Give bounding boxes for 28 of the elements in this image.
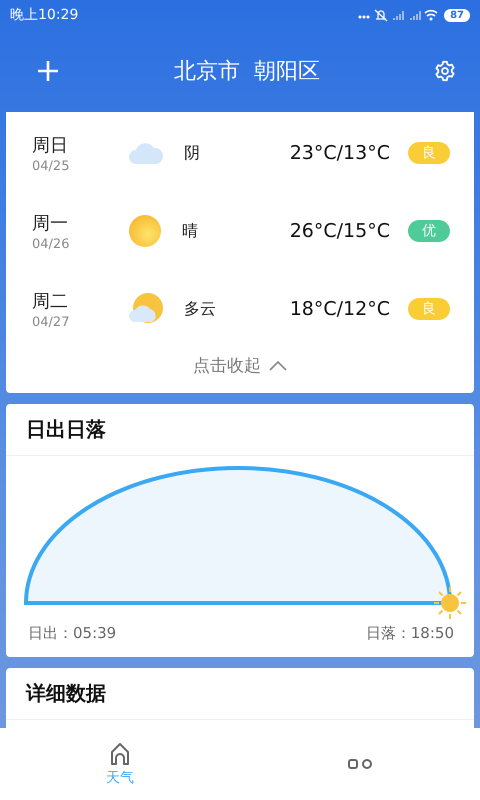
chevron-up-icon — [269, 360, 287, 370]
city-title: 北京市 朝阳区 — [174, 58, 320, 86]
temperature-range: 26°C/15°C — [290, 220, 390, 242]
weekday-label: 周二 — [32, 290, 69, 312]
date-label: 04/26 — [32, 236, 70, 252]
date-label: 04/27 — [32, 314, 70, 330]
sunrise-time: 日出：05:39 — [28, 624, 116, 643]
status-time: 晚上10:29 — [10, 6, 78, 24]
collapse-link[interactable]: 点击收起 — [187, 348, 293, 383]
air-quality-badge: 优 — [408, 220, 450, 242]
grid-icon — [348, 759, 372, 769]
weekday-label: 周一 — [32, 212, 69, 234]
section-title: 日出日落 — [6, 404, 474, 456]
battery-indicator: 87 — [444, 8, 470, 22]
sun-cloud-icon — [128, 292, 164, 326]
temperature-range: 23°C/13°C — [290, 142, 390, 164]
cloud-icon — [128, 140, 164, 166]
section-title: 详细数据 — [6, 668, 474, 720]
sunset-time: 日落：18:50 — [366, 624, 454, 643]
sun-icon — [128, 214, 162, 248]
air-quality-badge: 良 — [408, 298, 450, 320]
weather-label: 晴 — [182, 220, 199, 242]
weather-label: 多云 — [184, 298, 217, 320]
weather-label: 阴 — [184, 142, 201, 164]
temperature-range: 18°C/12°C — [290, 298, 390, 320]
air-quality-badge: 良 — [408, 142, 450, 164]
weekday-label: 周日 — [32, 134, 69, 156]
date-label: 04/25 — [32, 158, 70, 174]
